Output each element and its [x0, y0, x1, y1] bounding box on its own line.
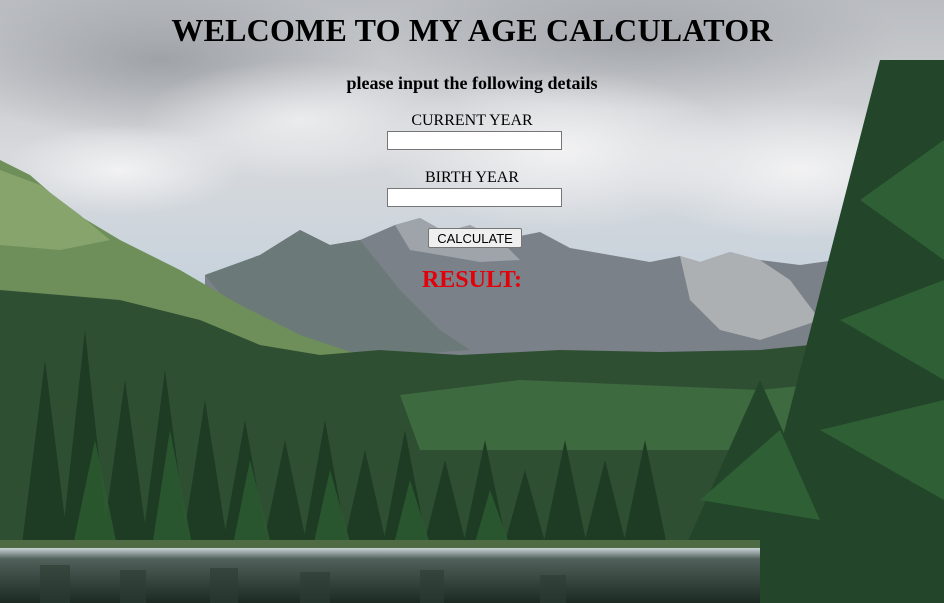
current-year-label: CURRENT YEAR	[411, 112, 533, 129]
current-year-input[interactable]	[387, 131, 562, 150]
birth-year-label: BIRTH YEAR	[425, 169, 519, 186]
page-title: WELCOME TO MY AGE CALCULATOR	[171, 12, 773, 48]
calculate-button[interactable]: CALCULATE	[428, 228, 522, 248]
result-label: RESULT:	[421, 267, 523, 293]
birth-year-input[interactable]	[387, 188, 562, 207]
instructions-text: please input the following details	[346, 73, 598, 93]
